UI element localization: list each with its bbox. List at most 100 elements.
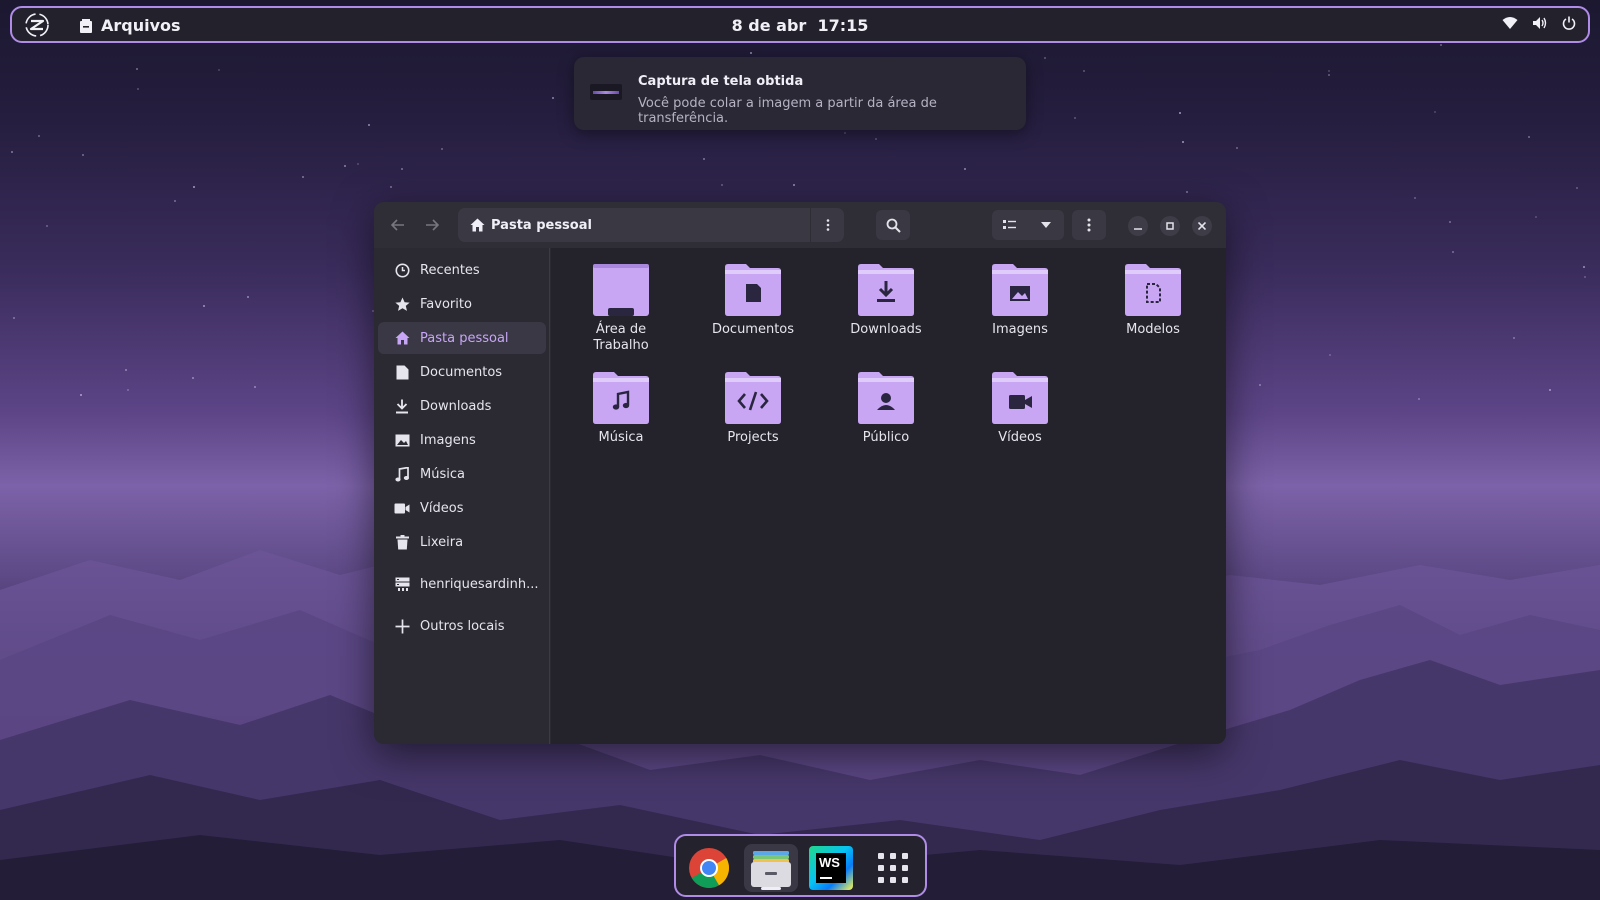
sidebar-item-label: Vídeos	[420, 500, 464, 516]
star	[1328, 70, 1330, 72]
dock-chrome[interactable]	[682, 844, 736, 892]
screenshot-notification[interactable]: Captura de tela obtida Você pode colar a…	[574, 57, 1026, 130]
sidebar-item-label: Documentos	[420, 364, 503, 380]
star	[46, 225, 48, 227]
list-view-icon	[1003, 220, 1016, 229]
star	[1186, 191, 1188, 193]
search-icon	[886, 218, 901, 233]
star	[844, 132, 846, 134]
close-button[interactable]	[1192, 216, 1212, 236]
folder-documentos[interactable]: Documentos	[693, 256, 813, 360]
main-menu-button[interactable]	[1072, 210, 1106, 240]
star	[1074, 117, 1076, 119]
star	[1236, 147, 1238, 149]
star	[552, 97, 554, 99]
star	[1329, 354, 1331, 356]
zorin-menu-icon[interactable]	[24, 13, 50, 37]
forward-button[interactable]	[416, 210, 448, 240]
star	[390, 186, 392, 188]
sidebar-item-imagens[interactable]: Imagens	[378, 424, 546, 456]
code-folder-icon	[725, 372, 781, 424]
sidebar-item-videos[interactable]: Vídeos	[378, 492, 546, 524]
sidebar-item-lixeira[interactable]: Lixeira	[378, 526, 546, 558]
star	[11, 151, 13, 153]
power-icon	[1562, 16, 1576, 30]
path-current-folder: Pasta pessoal	[491, 217, 592, 233]
arrow-right-icon	[426, 219, 439, 231]
star	[1179, 112, 1181, 114]
file-name: Downloads	[850, 322, 922, 337]
star	[1576, 187, 1578, 189]
folder-musica[interactable]: Música	[561, 364, 681, 468]
sidebar-item-favorito[interactable]: Favorito	[378, 288, 546, 320]
app-grid-icon	[878, 853, 908, 883]
clock-icon	[394, 262, 410, 278]
sidebar-item-downloads[interactable]: Downloads	[378, 390, 546, 422]
sidebar-item-label: Pasta pessoal	[420, 330, 509, 346]
system-status-area[interactable]	[1502, 16, 1576, 30]
running-indicator	[761, 887, 781, 890]
star	[1083, 70, 1085, 72]
folder-publico[interactable]: Público	[826, 364, 946, 468]
file-name: Projects	[727, 430, 779, 445]
sidebar-item-documentos[interactable]: Documentos	[378, 356, 546, 388]
minimize-button[interactable]	[1128, 216, 1148, 236]
sidebar-item-pasta-pessoal[interactable]: Pasta pessoal	[378, 322, 546, 354]
download-icon	[394, 398, 410, 414]
dock-app-grid[interactable]	[866, 844, 920, 892]
back-button[interactable]	[382, 210, 414, 240]
sidebar-item-network-drive[interactable]: henriquesardinh...	[378, 568, 546, 600]
star	[875, 138, 877, 140]
folder-projects[interactable]: Projects	[693, 364, 813, 468]
clock[interactable]: 8 de abr 17:15	[732, 16, 869, 35]
dock-webstorm[interactable]: WS	[804, 844, 858, 892]
vertical-dots-icon	[1087, 218, 1091, 232]
videos-folder-icon	[992, 372, 1048, 424]
view-options-dropdown[interactable]	[1028, 210, 1064, 240]
star	[1449, 221, 1451, 223]
star	[721, 184, 723, 186]
sidebar: Recentes Favorito Pasta pessoal Document…	[374, 248, 550, 744]
path-bar[interactable]: Pasta pessoal	[458, 208, 844, 242]
close-icon	[1198, 222, 1206, 230]
file-name: Vídeos	[998, 430, 1042, 445]
dock-files[interactable]	[744, 844, 798, 892]
video-icon	[394, 500, 410, 516]
notification-body: Você pode colar a imagem a partir da áre…	[638, 96, 937, 126]
file-name: Público	[862, 430, 910, 445]
star	[1440, 44, 1442, 46]
notification-title: Captura de tela obtida	[638, 74, 804, 89]
star	[1452, 251, 1454, 253]
file-name: Área de Trabalho	[593, 322, 649, 353]
file-grid: Área de Trabalho Documentos Downloads Im…	[551, 248, 1226, 744]
folder-videos[interactable]: Vídeos	[960, 364, 1080, 468]
maximize-button[interactable]	[1160, 216, 1180, 236]
search-button[interactable]	[876, 210, 910, 240]
star	[1528, 136, 1530, 138]
minimize-icon	[1134, 228, 1142, 230]
file-name: Música	[598, 430, 644, 445]
list-view-button[interactable]	[992, 210, 1028, 240]
arrow-left-icon	[391, 219, 404, 231]
sidebar-item-musica[interactable]: Música	[378, 458, 546, 490]
trash-icon	[394, 534, 410, 550]
sidebar-item-outros-locais[interactable]: Outros locais	[378, 610, 546, 642]
folder-modelos[interactable]: Modelos	[1093, 256, 1213, 360]
star	[127, 389, 129, 391]
folder-area-de-trabalho[interactable]: Área de Trabalho	[561, 256, 681, 360]
folder-imagens[interactable]: Imagens	[960, 256, 1080, 360]
templates-folder-icon	[1125, 264, 1181, 316]
active-app-indicator[interactable]: Arquivos	[78, 16, 181, 35]
star	[441, 148, 443, 150]
sidebar-item-recentes[interactable]: Recentes	[378, 254, 546, 286]
dock: WS	[674, 834, 927, 897]
folder-downloads[interactable]: Downloads	[826, 256, 946, 360]
star	[1414, 197, 1416, 199]
star	[1259, 384, 1261, 386]
path-menu-button[interactable]	[810, 208, 844, 242]
documents-folder-icon	[725, 264, 781, 316]
star	[254, 386, 256, 388]
star	[125, 369, 127, 371]
star	[137, 88, 139, 90]
star	[1583, 266, 1585, 268]
